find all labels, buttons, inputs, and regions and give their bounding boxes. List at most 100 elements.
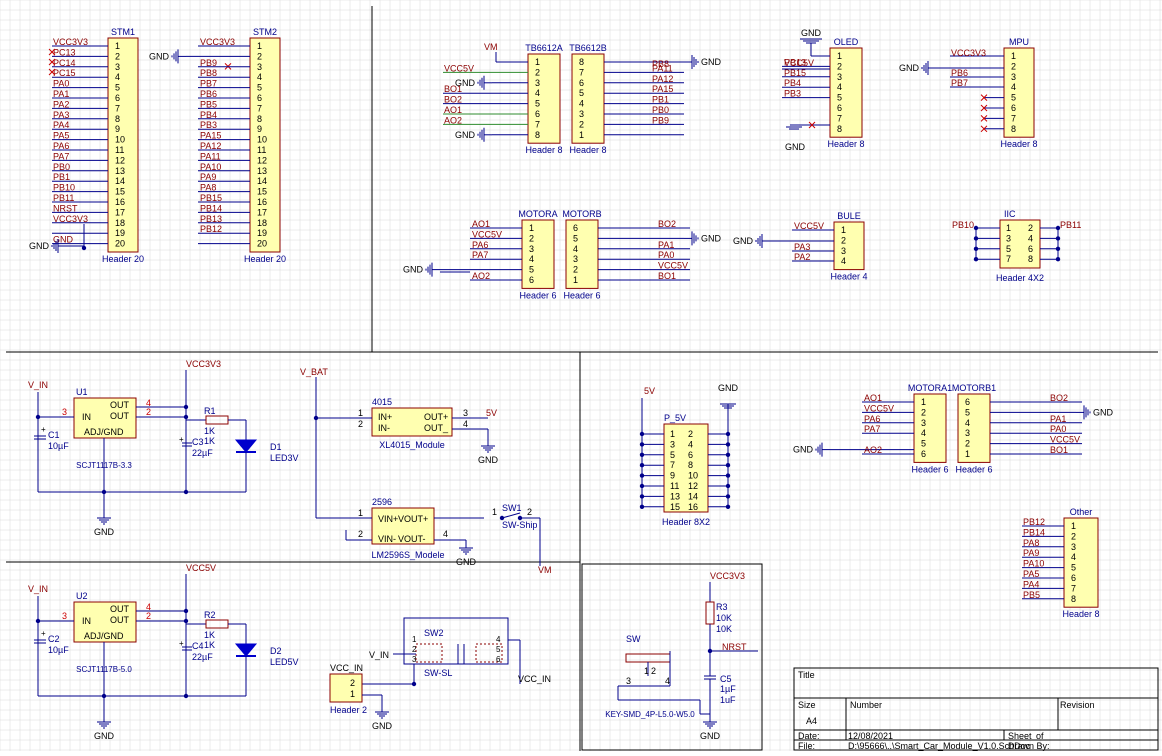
pin-number: 3 bbox=[62, 611, 67, 621]
net-label: VCC5V bbox=[794, 221, 824, 231]
net-label: VCC5V bbox=[658, 261, 688, 271]
net-label: PA12 bbox=[652, 74, 673, 84]
of-label: of bbox=[1036, 731, 1044, 741]
pin-number: 1 bbox=[1071, 521, 1076, 531]
tb6612b-body bbox=[571, 53, 605, 144]
part-name: XL4015_Module bbox=[379, 440, 445, 450]
pin-number: 5 bbox=[257, 83, 262, 93]
pin-number: 3 bbox=[965, 428, 970, 438]
pin-number: 6 bbox=[688, 450, 693, 460]
value-label: 10µF bbox=[48, 645, 69, 655]
pin-number: 6 bbox=[529, 275, 534, 285]
pin-number: 1 bbox=[492, 507, 497, 517]
motora-body bbox=[521, 219, 555, 289]
pin-number: 3 bbox=[1011, 72, 1016, 82]
pin-number: 8 bbox=[579, 57, 584, 67]
net-label: PB12 bbox=[200, 224, 222, 234]
pin-number: 1 bbox=[535, 57, 540, 67]
pin-number: 9 bbox=[257, 124, 262, 134]
net-label: PB4 bbox=[784, 78, 801, 88]
net-label: PA2 bbox=[794, 252, 810, 262]
pin-number: 4 bbox=[1028, 233, 1033, 243]
net-label: PB10 bbox=[952, 220, 974, 230]
pin-number: 3 bbox=[463, 408, 468, 418]
pin-number: 15 bbox=[670, 502, 680, 512]
ground-label: GND bbox=[785, 142, 806, 152]
pin-number: 3 bbox=[115, 62, 120, 72]
ground-label: GND bbox=[1093, 407, 1114, 417]
junction-dot bbox=[183, 489, 189, 495]
date-value: 12/08/2021 bbox=[848, 731, 893, 741]
ref-designator: STM2 bbox=[253, 27, 277, 37]
pin-number: 8 bbox=[1071, 594, 1076, 604]
pin-number: 3 bbox=[535, 78, 540, 88]
pin-number: 3 bbox=[921, 418, 926, 428]
sheet-label: Sheet bbox=[1008, 731, 1032, 741]
pin-name: OUT+ bbox=[424, 412, 448, 422]
net-label: VCC3V3 bbox=[53, 37, 88, 47]
pin-number: 8 bbox=[1011, 124, 1016, 134]
polarity-mark: + bbox=[41, 425, 46, 434]
pin-name: IN bbox=[82, 616, 91, 626]
part-name: Header 8 bbox=[1000, 139, 1037, 149]
pin-number: 4 bbox=[1011, 82, 1016, 92]
pin-number: 13 bbox=[257, 166, 267, 176]
pin-number: 1 bbox=[358, 508, 363, 518]
pin-number: 2 bbox=[358, 419, 363, 429]
ref-designator: Other bbox=[1070, 507, 1093, 517]
net-label: VCC3V3 bbox=[53, 214, 88, 224]
net-label: V_IN bbox=[28, 584, 48, 594]
pin-number: 13 bbox=[670, 491, 680, 501]
pin-number: 1 bbox=[257, 41, 262, 51]
schematic-canvas: STM1Header 20123456789101112131415161718… bbox=[0, 0, 1162, 751]
part-name: SW-Ship bbox=[502, 520, 537, 530]
pin-number: 3 bbox=[62, 407, 67, 417]
pin-name: ADJ/GND bbox=[84, 631, 124, 641]
revision-label: Revision bbox=[1060, 700, 1095, 710]
pin-number: 1 bbox=[115, 41, 120, 51]
pin-number: 2 bbox=[921, 407, 926, 417]
ref-designator: R3 bbox=[716, 602, 728, 612]
net-label: PA1 bbox=[1050, 414, 1066, 424]
pin-number: 5 bbox=[573, 233, 578, 243]
pin-number: 5 bbox=[670, 450, 675, 460]
pin-number: 8 bbox=[257, 114, 262, 124]
ground-label: GND bbox=[455, 130, 476, 140]
ground-label: GND bbox=[149, 51, 170, 61]
ref-designator: C2 bbox=[48, 634, 60, 644]
net-label: VM bbox=[484, 42, 498, 52]
pin-number: 3 bbox=[579, 109, 584, 119]
pin-number: 1 bbox=[412, 635, 417, 644]
part-name: Header 8 bbox=[827, 139, 864, 149]
pin-number: 2 bbox=[146, 611, 151, 621]
net-label: PB6 bbox=[200, 89, 217, 99]
net-label: PB5 bbox=[1023, 590, 1040, 600]
pin-number: 18 bbox=[257, 218, 267, 228]
pin-number: 5 bbox=[496, 645, 501, 654]
ref-designator: U2 bbox=[76, 591, 88, 601]
net-label: VCC3V3 bbox=[710, 571, 745, 581]
net-label: V_BAT bbox=[300, 367, 328, 377]
pin-number: 2 bbox=[350, 678, 355, 688]
pin-number: 5 bbox=[921, 439, 926, 449]
net-label: PA7 bbox=[864, 424, 880, 434]
pin-number: 1 bbox=[965, 449, 970, 459]
pin-number: 4 bbox=[837, 82, 842, 92]
ground-label: GND bbox=[700, 731, 721, 741]
resistor-body bbox=[205, 619, 229, 629]
pin-number: 10 bbox=[257, 135, 267, 145]
pin-number: 12 bbox=[688, 481, 698, 491]
value-label: 1µF bbox=[720, 684, 736, 694]
net-label: BO1 bbox=[444, 84, 462, 94]
ref-designator: OLED bbox=[834, 37, 859, 47]
value-label: 1K bbox=[204, 426, 215, 436]
pin-number: 11 bbox=[670, 481, 679, 491]
net-label: PA11 bbox=[200, 151, 221, 161]
ref-designator: 4015 bbox=[372, 397, 392, 407]
value-label: 1K bbox=[204, 436, 215, 446]
pin-number: 2 bbox=[1071, 531, 1076, 541]
pin-name: OUT bbox=[110, 615, 130, 625]
part-name: Header 6 bbox=[911, 464, 948, 474]
pin-number: 3 bbox=[573, 254, 578, 264]
pin-number: 2 bbox=[573, 265, 578, 275]
